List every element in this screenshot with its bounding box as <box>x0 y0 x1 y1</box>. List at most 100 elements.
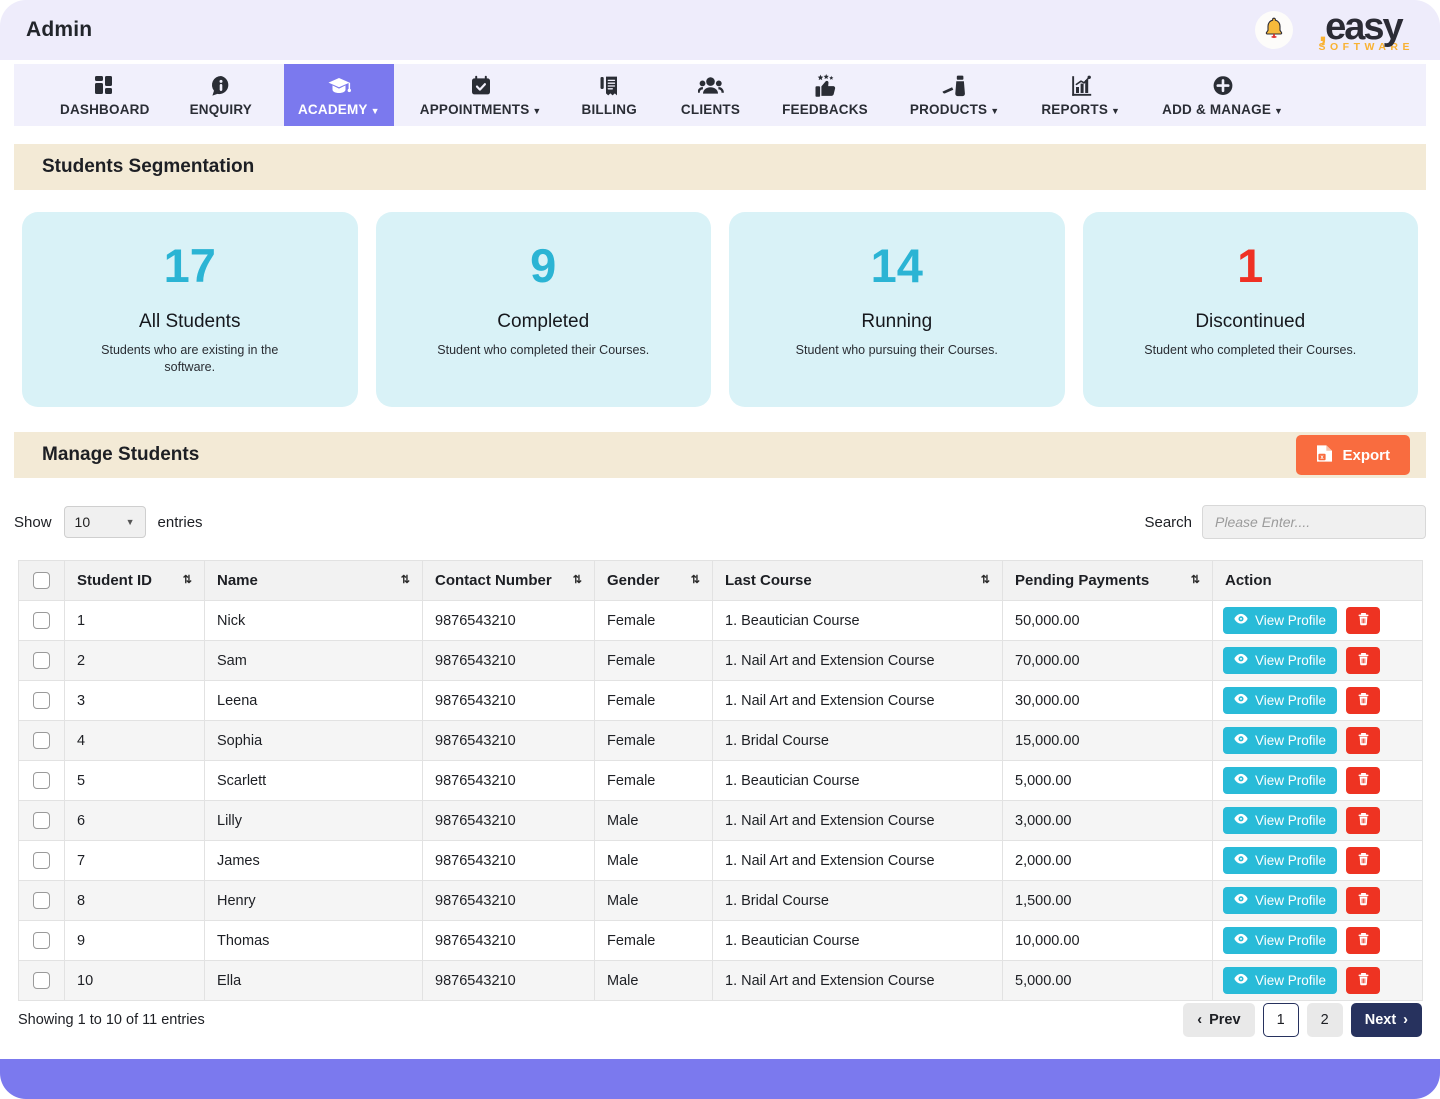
view-profile-button[interactable]: View Profile <box>1223 727 1337 754</box>
cell-gender: Male <box>595 961 713 1001</box>
eye-icon <box>1234 892 1248 909</box>
delete-row-button[interactable] <box>1346 687 1380 714</box>
stat-card-running[interactable]: 14 Running Student who pursuing their Co… <box>729 212 1065 407</box>
delete-row-button[interactable] <box>1346 887 1380 914</box>
view-profile-button[interactable]: View Profile <box>1223 967 1337 994</box>
nav-item-academy[interactable]: ACADEMY▼ <box>284 64 394 126</box>
cell-action: View Profile <box>1213 841 1423 881</box>
column-student-id[interactable]: Student ID ⇅ <box>65 561 205 601</box>
nav-label: BILLING <box>582 102 637 117</box>
column-name[interactable]: Name ⇅ <box>205 561 423 601</box>
column-contact-number[interactable]: Contact Number ⇅ <box>423 561 595 601</box>
view-profile-button[interactable]: View Profile <box>1223 807 1337 834</box>
sort-arrows-icon: ⇅ <box>401 575 410 586</box>
stat-card-completed[interactable]: 9 Completed Student who completed their … <box>376 212 712 407</box>
delete-row-button[interactable] <box>1346 967 1380 994</box>
cell-student-id: 7 <box>65 841 205 881</box>
table-row: 3Leena9876543210Female1. Nail Art and Ex… <box>19 681 1423 721</box>
trash-icon <box>1357 932 1370 949</box>
delete-row-button[interactable] <box>1346 847 1380 874</box>
row-checkbox[interactable] <box>33 652 50 669</box>
pagination-prev-button[interactable]: ‹ Prev <box>1183 1003 1254 1037</box>
nav-item-billing[interactable]: BILLING <box>568 64 651 126</box>
view-profile-button[interactable]: View Profile <box>1223 927 1337 954</box>
delete-row-button[interactable] <box>1346 807 1380 834</box>
stat-card-all-students[interactable]: 17 All Students Students who are existin… <box>22 212 358 407</box>
delete-row-button[interactable] <box>1346 767 1380 794</box>
row-checkbox[interactable] <box>33 772 50 789</box>
cell-student-id: 4 <box>65 721 205 761</box>
page-length-select[interactable]: 10 ▼ <box>64 506 146 538</box>
select-all-checkbox[interactable] <box>33 572 50 589</box>
export-button[interactable]: x Export <box>1296 435 1410 475</box>
sort-arrows-icon: ⇅ <box>1191 575 1200 586</box>
view-profile-label: View Profile <box>1255 853 1326 868</box>
row-checkbox[interactable] <box>33 612 50 629</box>
plus-circle-icon <box>1211 73 1235 99</box>
search-input[interactable] <box>1202 505 1426 539</box>
cell-action: View Profile <box>1213 961 1423 1001</box>
nav-label-text: PRODUCTS <box>910 102 987 117</box>
cell-gender: Male <box>595 841 713 881</box>
nav-item-feedbacks[interactable]: FEEDBACKS <box>768 64 882 126</box>
pagination-prev-label: Prev <box>1209 1012 1240 1028</box>
nav-item-reports[interactable]: REPORTS▼ <box>1027 64 1134 126</box>
table-row: 2Sam9876543210Female1. Nail Art and Exte… <box>19 641 1423 681</box>
nav-item-products[interactable]: PRODUCTS▼ <box>896 64 1013 126</box>
column-last-course[interactable]: Last Course ⇅ <box>713 561 1003 601</box>
row-checkbox[interactable] <box>33 852 50 869</box>
row-checkbox[interactable] <box>33 932 50 949</box>
nav-item-clients[interactable]: CLIENTS <box>667 64 754 126</box>
notification-button[interactable] <box>1255 11 1293 49</box>
delete-row-button[interactable] <box>1346 607 1380 634</box>
cell-student-id: 2 <box>65 641 205 681</box>
view-profile-button[interactable]: View Profile <box>1223 607 1337 634</box>
stat-value: 14 <box>871 242 923 289</box>
delete-row-button[interactable] <box>1346 647 1380 674</box>
delete-row-button[interactable] <box>1346 927 1380 954</box>
cell-contact-number: 9876543210 <box>423 681 595 721</box>
row-select-cell <box>19 921 65 961</box>
row-checkbox[interactable] <box>33 892 50 909</box>
view-profile-button[interactable]: View Profile <box>1223 767 1337 794</box>
pagination-page-1[interactable]: 1 <box>1263 1003 1299 1037</box>
table-row: 9Thomas9876543210Female1. Beautician Cou… <box>19 921 1423 961</box>
stat-card-discontinued[interactable]: 1 Discontinued Student who completed the… <box>1083 212 1419 407</box>
view-profile-button[interactable]: View Profile <box>1223 647 1337 674</box>
stat-description: Students who are existing in the softwar… <box>75 342 305 376</box>
sort-arrows-icon: ⇅ <box>573 575 582 586</box>
cell-contact-number: 9876543210 <box>423 801 595 841</box>
nav-item-enquiry[interactable]: ENQUIRY <box>176 64 266 126</box>
view-profile-button[interactable]: View Profile <box>1223 847 1337 874</box>
row-select-cell <box>19 761 65 801</box>
row-checkbox[interactable] <box>33 812 50 829</box>
nav-label: ADD & MANAGE▼ <box>1162 102 1283 117</box>
row-checkbox[interactable] <box>33 732 50 749</box>
delete-row-button[interactable] <box>1346 727 1380 754</box>
nav-item-appointments[interactable]: APPOINTMENTS▼ <box>406 64 556 126</box>
excel-file-icon: x <box>1316 444 1333 467</box>
cell-last-course: 1. Nail Art and Extension Course <box>713 801 1003 841</box>
cell-student-id: 6 <box>65 801 205 841</box>
pagination-page-2[interactable]: 2 <box>1307 1003 1343 1037</box>
table-row: 4Sophia9876543210Female1. Bridal Course1… <box>19 721 1423 761</box>
nav-item-dashboard[interactable]: DASHBOARD <box>46 64 164 126</box>
view-profile-button[interactable]: View Profile <box>1223 687 1337 714</box>
view-profile-button[interactable]: View Profile <box>1223 887 1337 914</box>
pagination-next-button[interactable]: Next › <box>1351 1003 1422 1037</box>
stat-value: 1 <box>1237 242 1263 289</box>
row-checkbox[interactable] <box>33 692 50 709</box>
cell-name: Sam <box>205 641 423 681</box>
chevron-down-icon: ▼ <box>990 106 999 116</box>
trash-icon <box>1357 772 1370 789</box>
pagination-next-label: Next <box>1365 1012 1396 1028</box>
nav-item-add-and-manage[interactable]: ADD & MANAGE▼ <box>1148 64 1297 126</box>
stat-description: Student who completed their Courses. <box>437 342 649 359</box>
cell-last-course: 1. Nail Art and Extension Course <box>713 961 1003 1001</box>
view-profile-label: View Profile <box>1255 813 1326 828</box>
row-checkbox[interactable] <box>33 972 50 989</box>
column-gender[interactable]: Gender ⇅ <box>595 561 713 601</box>
main-navigation: DASHBOARD ENQUIRY <box>14 64 1426 126</box>
column-pending-payments[interactable]: Pending Payments ⇅ <box>1003 561 1213 601</box>
nav-label-text: REPORTS <box>1041 102 1108 117</box>
